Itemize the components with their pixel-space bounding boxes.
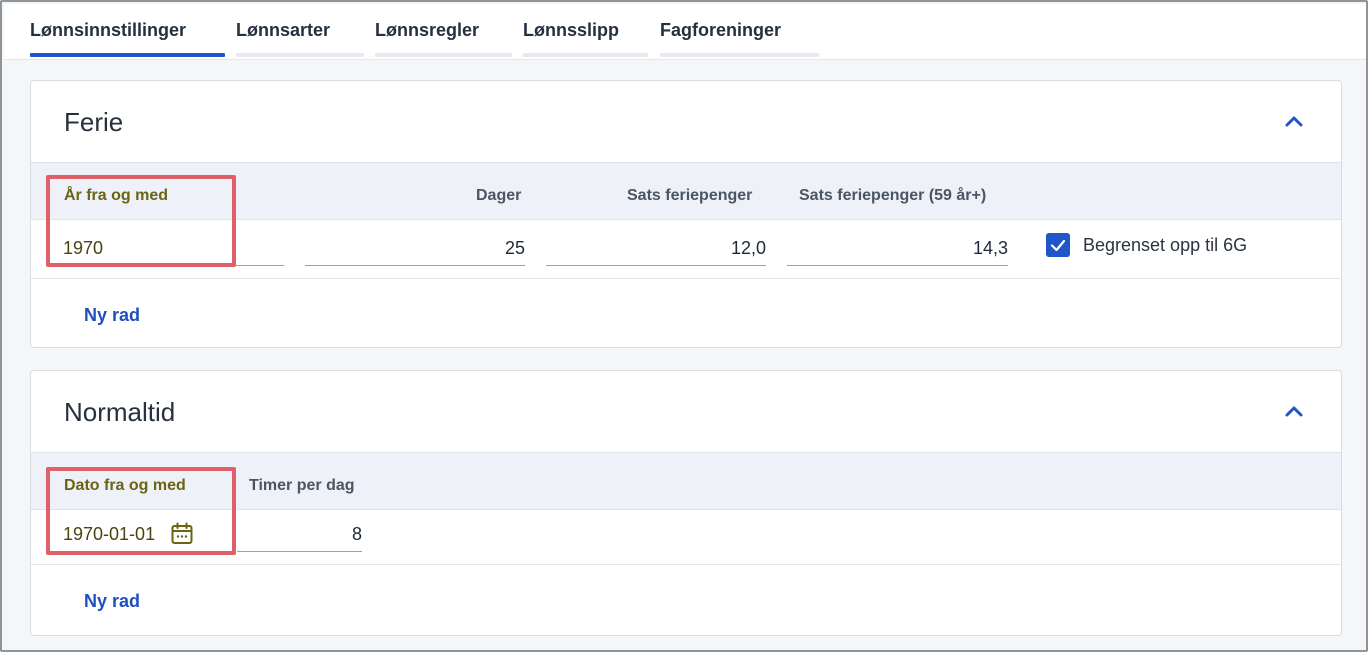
- row-divider: [31, 564, 1341, 565]
- year-from-value: 1970: [63, 238, 104, 258]
- tab-lonnsarter[interactable]: Lønnsarter: [236, 4, 364, 57]
- section-title: Ferie: [64, 107, 124, 137]
- column-header-date-from: Dato fra og med: [64, 477, 186, 494]
- tab-label: Lønnsregler: [375, 20, 480, 40]
- year-from-input[interactable]: 1970: [63, 238, 284, 266]
- rate-value: 12,0: [730, 238, 766, 258]
- tab-indicator: [523, 53, 648, 57]
- ferie-section: Ferie År fra og med Dager Sats feriepeng…: [30, 80, 1342, 348]
- column-header-year-from: År fra og med: [64, 187, 169, 204]
- date-from-value: 1970-01-01: [63, 524, 156, 544]
- rate-input[interactable]: 12,0: [546, 238, 766, 266]
- tab-indicator: [660, 53, 819, 57]
- chevron-up-icon[interactable]: [1283, 401, 1305, 423]
- tab-lonnsregler[interactable]: Lønnsregler: [375, 4, 512, 57]
- hours-per-day-value: 8: [351, 524, 362, 544]
- tab-lonnsslipp[interactable]: Lønnsslipp: [523, 4, 648, 57]
- chevron-up-icon[interactable]: [1283, 111, 1305, 133]
- rate-59-value: 14,3: [972, 238, 1008, 258]
- tab-indicator: [236, 53, 364, 57]
- days-input[interactable]: 25: [305, 238, 525, 266]
- new-row-button[interactable]: Ny rad: [84, 591, 140, 612]
- tab-label: Fagforeninger: [660, 20, 782, 40]
- tab-fagforeninger[interactable]: Fagforeninger: [660, 4, 819, 57]
- tab-bar: Lønnsinnstillinger Lønnsarter Lønnsregle…: [4, 4, 1366, 60]
- tab-lonnsinnstillinger[interactable]: Lønnsinnstillinger: [30, 4, 225, 57]
- tab-label: Lønnsinnstillinger: [30, 20, 186, 40]
- normaltid-section: Normaltid Dato fra og med Timer per dag …: [30, 370, 1342, 636]
- hours-per-day-input[interactable]: 8: [237, 524, 362, 552]
- limited-6g-checkbox[interactable]: [1046, 233, 1070, 257]
- column-header-rate-59: Sats feriepenger (59 år+): [799, 187, 987, 204]
- tab-active-indicator: [30, 53, 225, 57]
- tab-label: Lønnsarter: [236, 20, 331, 40]
- limited-6g-label: Begrenset opp til 6G: [1083, 235, 1248, 255]
- column-header-days: Dager: [476, 187, 522, 204]
- calendar-icon[interactable]: [170, 522, 194, 546]
- app-frame: Lønnsinnstillinger Lønnsarter Lønnsregle…: [0, 0, 1368, 652]
- days-value: 25: [504, 238, 525, 258]
- column-header-hours: Timer per dag: [249, 477, 355, 494]
- table-header: Dato fra og med Timer per dag: [31, 452, 1341, 510]
- new-row-button[interactable]: Ny rad: [84, 305, 140, 326]
- tab-label: Lønnsslipp: [523, 20, 619, 40]
- row-divider: [31, 278, 1341, 279]
- rate-59-input[interactable]: 14,3: [787, 238, 1008, 266]
- date-from-input[interactable]: 1970-01-01: [63, 524, 233, 552]
- section-title: Normaltid: [64, 397, 176, 427]
- tab-indicator: [375, 53, 512, 57]
- table-header: År fra og med Dager Sats feriepenger Sat…: [31, 162, 1341, 220]
- column-header-rate: Sats feriepenger: [627, 187, 753, 204]
